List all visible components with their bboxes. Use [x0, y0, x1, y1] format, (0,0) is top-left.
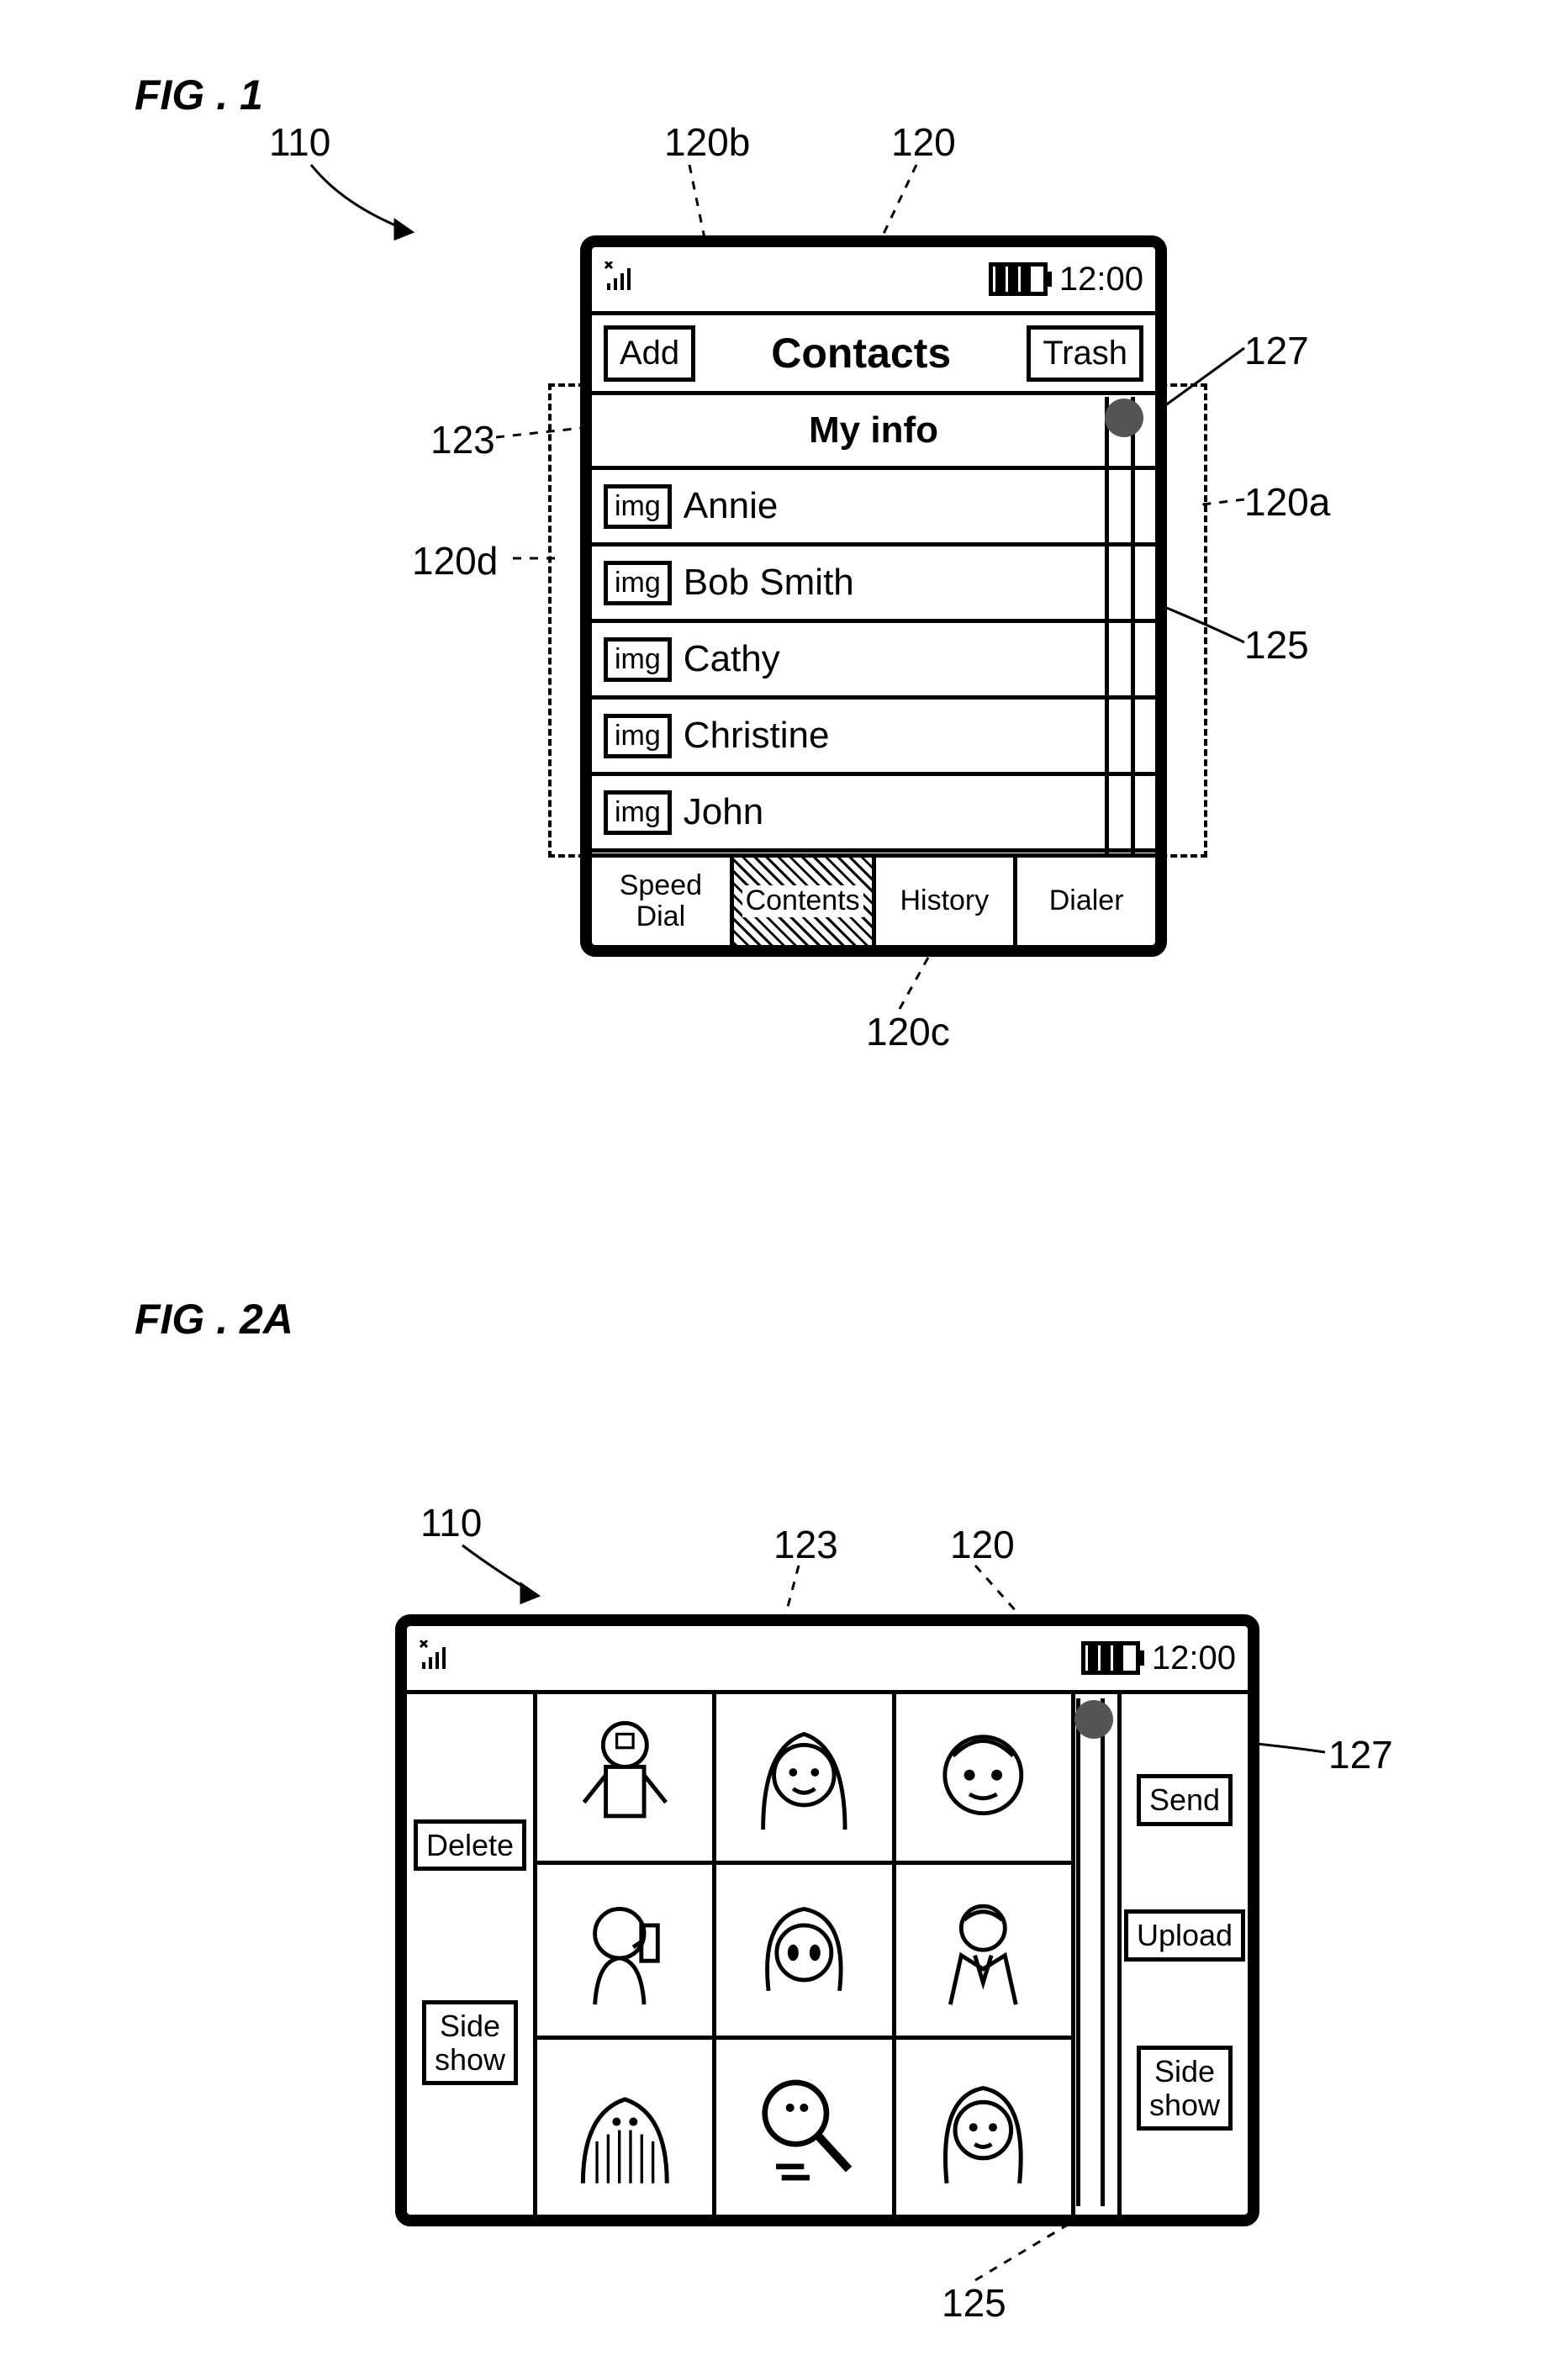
thumbnail-magnifier-character[interactable] [716, 2040, 895, 2215]
left-button-column: Delete Side show [407, 1690, 537, 2215]
thumbnail-man-suit[interactable] [896, 1865, 1075, 2040]
upload-button[interactable]: Upload [1124, 1909, 1245, 1962]
signal-icon [419, 1640, 452, 1677]
status-bar: 12:00 [407, 1626, 1248, 1694]
send-button[interactable]: Send [1137, 1774, 1233, 1826]
scrollbar-thumb[interactable] [1074, 1700, 1113, 1739]
thumbnail-astronaut[interactable] [537, 1690, 716, 1865]
slideshow-button[interactable]: Side show [422, 2000, 518, 2085]
scrollbar-track[interactable] [1076, 1698, 1105, 2206]
thumbnail-girl-blonde[interactable] [716, 1690, 895, 1865]
slideshow-button[interactable]: Side show [1137, 2046, 1233, 2131]
thumbnail-boy-cartoon[interactable] [896, 1690, 1075, 1865]
thumbnail-girl-anime[interactable] [716, 1865, 895, 2040]
right-button-column: Send Upload Side show [1117, 1690, 1248, 2215]
battery-icon [1081, 1641, 1140, 1675]
thumbnail-grid [537, 1690, 1075, 2215]
thumbnail-girl-phone[interactable] [537, 1865, 716, 2040]
clock-label: 12:00 [1152, 1640, 1236, 1677]
thumbnail-dog-shaggy[interactable] [537, 2040, 716, 2215]
delete-button[interactable]: Delete [414, 1819, 526, 1872]
thumbnail-grid-wrap [537, 1690, 1075, 2215]
device-frame-landscape: 12:00 Delete Side show [395, 1614, 1259, 2226]
thumbnail-girl-redhead[interactable] [896, 2040, 1075, 2215]
